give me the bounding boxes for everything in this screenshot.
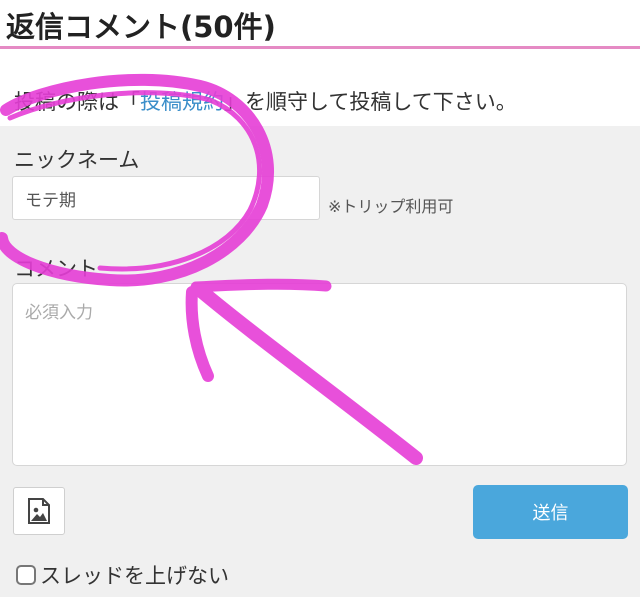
page-title: 返信コメント(50件)	[6, 10, 276, 44]
comment-label: コメント	[14, 257, 98, 281]
no-bump-checkbox[interactable]	[16, 565, 36, 585]
notice-text-before: 投稿の際は「	[14, 90, 140, 114]
comment-textarea[interactable]	[12, 283, 627, 466]
notice-text-after: 」を順守して投稿して下さい。	[224, 90, 517, 114]
no-bump-option[interactable]: スレッドを上げない	[16, 560, 229, 590]
no-bump-label: スレッドを上げない	[40, 564, 229, 588]
terms-link[interactable]: 投稿規約	[140, 90, 224, 114]
terms-notice: 投稿の際は「投稿規約」を順守して投稿して下さい。	[14, 86, 517, 116]
nickname-input[interactable]	[12, 176, 320, 220]
image-icon	[28, 498, 50, 524]
trip-note: ※トリップ利用可	[328, 197, 454, 216]
image-upload-button[interactable]	[13, 487, 65, 535]
page-header: 返信コメント(50件)	[0, 0, 640, 49]
nickname-label: ニックネーム	[14, 148, 140, 172]
send-button[interactable]: 送信	[473, 485, 628, 539]
